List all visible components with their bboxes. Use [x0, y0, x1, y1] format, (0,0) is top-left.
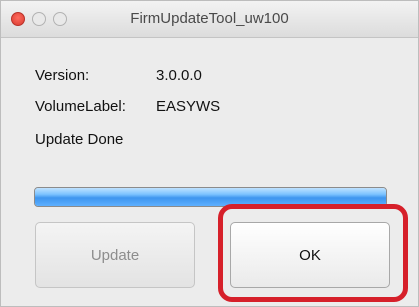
- volume-label-label: VolumeLabel:: [35, 98, 126, 115]
- ok-button[interactable]: OK: [230, 222, 390, 288]
- progress-bar-fill: [35, 188, 386, 206]
- version-label: Version:: [35, 67, 90, 84]
- update-button[interactable]: Update: [35, 222, 195, 288]
- version-value: 3.0.0.0: [156, 67, 202, 84]
- title-bar: FirmUpdateTool_uw100: [1, 1, 418, 38]
- app-window: FirmUpdateTool_uw100 Version: 3.0.0.0 Vo…: [0, 0, 419, 307]
- status-text: Update Done: [35, 131, 124, 148]
- progress-bar: [34, 187, 387, 207]
- volume-label-value: EASYWS: [156, 98, 221, 115]
- window-title: FirmUpdateTool_uw100: [130, 10, 289, 27]
